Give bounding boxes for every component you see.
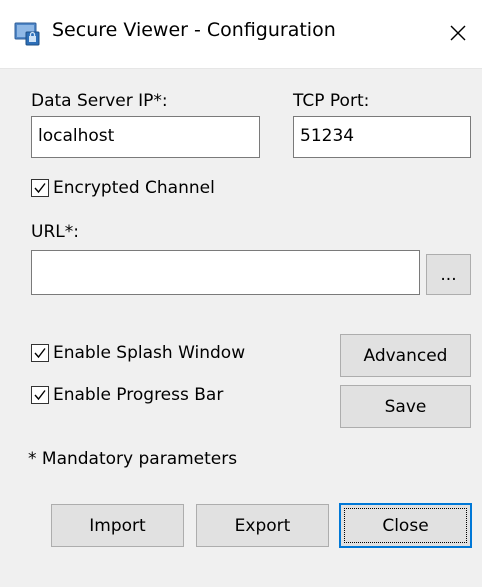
browse-button-label: ... xyxy=(440,264,457,285)
export-button[interactable]: Export xyxy=(196,504,329,547)
encrypted-channel-checkmark-icon[interactable] xyxy=(31,179,49,197)
data-server-ip-value: localhost xyxy=(38,126,115,146)
config-window: Secure Viewer - Configuration Data Serve… xyxy=(0,0,482,587)
progress-checkmark-icon[interactable] xyxy=(31,386,49,404)
data-server-ip-label: Data Server IP*: xyxy=(31,91,168,111)
enable-progress-bar-label: Enable Progress Bar xyxy=(53,385,224,405)
encrypted-channel-label: Encrypted Channel xyxy=(53,178,215,198)
save-button-label: Save xyxy=(384,396,427,417)
encrypted-channel-checkbox[interactable]: Encrypted Channel xyxy=(31,178,215,198)
mandatory-note: * Mandatory parameters xyxy=(28,449,238,469)
enable-progress-bar-checkbox[interactable]: Enable Progress Bar xyxy=(31,385,223,405)
import-button-label: Import xyxy=(89,515,146,536)
close-button-label: Close xyxy=(382,515,429,536)
save-button[interactable]: Save xyxy=(340,385,471,428)
close-button[interactable]: Close xyxy=(339,503,472,548)
advanced-button-label: Advanced xyxy=(363,345,448,366)
window-title: Secure Viewer - Configuration xyxy=(52,19,336,41)
browse-button[interactable]: ... xyxy=(426,254,471,295)
tcp-port-input[interactable]: 51234 xyxy=(293,116,471,158)
close-icon[interactable] xyxy=(443,16,473,50)
app-icon xyxy=(14,20,40,46)
splash-checkmark-icon[interactable] xyxy=(31,344,49,362)
export-button-label: Export xyxy=(234,515,291,536)
data-server-ip-input[interactable]: localhost xyxy=(31,116,260,158)
enable-splash-window-label: Enable Splash Window xyxy=(53,343,246,363)
tcp-port-label: TCP Port: xyxy=(293,91,370,111)
advanced-button[interactable]: Advanced xyxy=(340,334,471,377)
title-bar: Secure Viewer - Configuration xyxy=(0,0,482,69)
url-label: URL*: xyxy=(31,222,79,242)
import-button[interactable]: Import xyxy=(51,504,184,547)
url-input[interactable] xyxy=(31,250,420,295)
tcp-port-value: 51234 xyxy=(300,126,355,146)
enable-splash-window-checkbox[interactable]: Enable Splash Window xyxy=(31,343,245,363)
